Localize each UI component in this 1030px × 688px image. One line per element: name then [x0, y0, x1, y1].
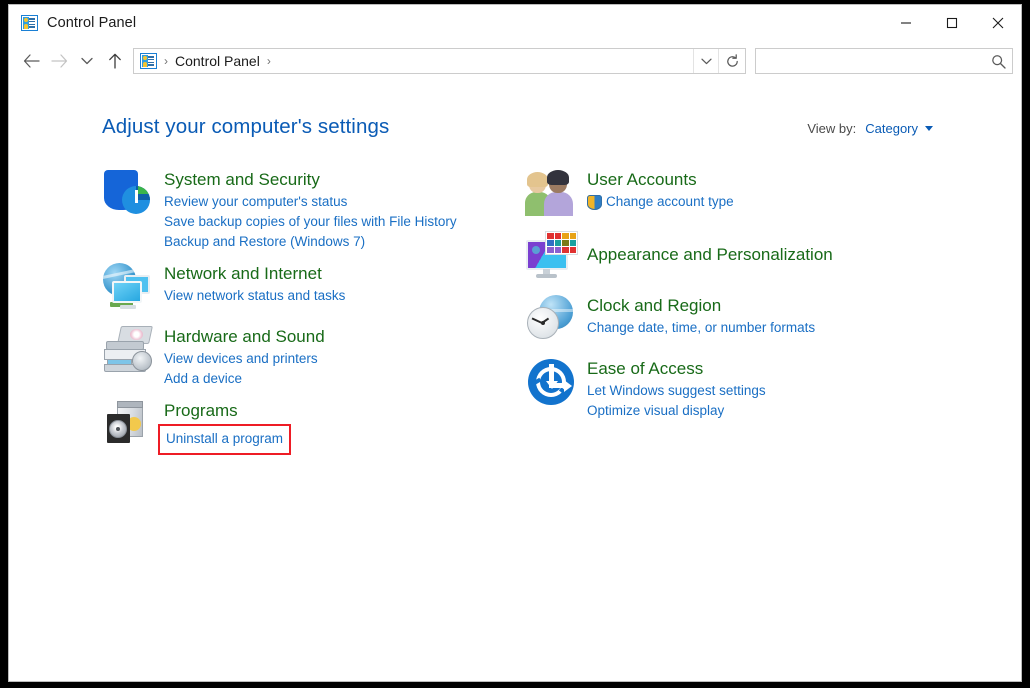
category-programs: Programs Uninstall a program	[102, 398, 522, 455]
category-body: Hardware and Sound View devices and prin…	[164, 324, 325, 389]
recent-locations-button[interactable]	[73, 47, 101, 75]
uac-shield-icon	[587, 195, 602, 210]
category-title-ease-of-access[interactable]: Ease of Access	[587, 358, 703, 379]
category-hardware-and-sound: Hardware and Sound View devices and prin…	[102, 324, 522, 389]
shield-pie-icon	[102, 167, 156, 221]
category-title-clock-and-region[interactable]: Clock and Region	[587, 295, 721, 316]
link-view-network-status-and-tasks[interactable]: View network status and tasks	[164, 286, 345, 306]
window-controls	[883, 5, 1021, 41]
category-body: Network and Internet View network status…	[164, 261, 345, 306]
category-network-and-internet: Network and Internet View network status…	[102, 261, 522, 315]
category-title-programs[interactable]: Programs	[164, 400, 238, 421]
view-by-label: View by:	[807, 121, 856, 136]
maximize-button[interactable]	[929, 5, 975, 41]
control-panel-window: Control Panel	[8, 4, 1022, 682]
address-bar[interactable]: › Control Panel ›	[133, 48, 746, 74]
breadcrumb-trailing-separator-icon[interactable]: ›	[267, 55, 271, 67]
minimize-button[interactable]	[883, 5, 929, 41]
search-icon[interactable]	[984, 49, 1012, 73]
category-title-appearance-and-personalization[interactable]: Appearance and Personalization	[587, 244, 833, 265]
link-optimize-visual-display[interactable]: Optimize visual display	[587, 401, 724, 421]
category-body: System and Security Review your computer…	[164, 167, 457, 252]
appearance-icon	[525, 230, 579, 284]
breadcrumb-separator-icon: ›	[164, 55, 168, 67]
link-review-your-computers-status[interactable]: Review your computer's status	[164, 192, 347, 212]
users-icon	[525, 167, 579, 221]
refresh-button[interactable]	[718, 49, 745, 73]
link-save-backup-copies-file-history[interactable]: Save backup copies of your files with Fi…	[164, 212, 457, 232]
control-panel-icon	[21, 15, 38, 31]
breadcrumb-item-control-panel[interactable]: Control Panel	[175, 53, 260, 69]
link-uninstall-a-program[interactable]: Uninstall a program	[158, 424, 291, 455]
back-button[interactable]	[17, 47, 45, 75]
category-body: Clock and Region Change date, time, or n…	[587, 293, 815, 338]
link-change-account-type[interactable]: Change account type	[587, 192, 734, 212]
category-clock-and-region: Clock and Region Change date, time, or n…	[525, 293, 945, 347]
link-change-date-time-number-formats[interactable]: Change date, time, or number formats	[587, 318, 815, 338]
category-column-right: User Accounts Change account type	[525, 167, 945, 430]
globe-monitors-icon	[102, 261, 156, 315]
category-system-and-security: System and Security Review your computer…	[102, 167, 522, 252]
view-by-control[interactable]: View by: Category	[807, 121, 933, 136]
printer-icon	[102, 324, 156, 378]
category-title-hardware-and-sound[interactable]: Hardware and Sound	[164, 326, 325, 347]
category-body: Appearance and Personalization	[587, 230, 833, 267]
up-button[interactable]	[101, 47, 129, 75]
close-button[interactable]	[975, 5, 1021, 41]
category-ease-of-access: Ease of Access Let Windows suggest setti…	[525, 356, 945, 421]
category-appearance-and-personalization: Appearance and Personalization	[525, 230, 945, 284]
search-input[interactable]	[756, 54, 984, 69]
breadcrumb-control-panel-icon	[140, 53, 157, 69]
title-bar: Control Panel	[9, 5, 1021, 41]
link-let-windows-suggest-settings[interactable]: Let Windows suggest settings	[587, 381, 766, 401]
navigation-bar: › Control Panel ›	[9, 41, 1021, 81]
category-body: User Accounts Change account type	[587, 167, 734, 212]
view-by-value[interactable]: Category	[865, 121, 918, 136]
chevron-down-icon[interactable]	[925, 126, 933, 131]
address-dropdown-button[interactable]	[693, 49, 718, 73]
category-user-accounts: User Accounts Change account type	[525, 167, 945, 221]
content-area: Adjust your computer's settings View by:…	[9, 81, 1021, 681]
category-title-system-and-security[interactable]: System and Security	[164, 169, 320, 190]
accessibility-icon	[525, 356, 579, 410]
software-box-icon	[102, 398, 156, 452]
forward-button	[45, 47, 73, 75]
category-column-left: System and Security Review your computer…	[102, 167, 522, 464]
page-title: Adjust your computer's settings	[102, 115, 389, 139]
window-title: Control Panel	[47, 15, 136, 31]
link-backup-and-restore-windows-7[interactable]: Backup and Restore (Windows 7)	[164, 232, 365, 252]
category-title-user-accounts[interactable]: User Accounts	[587, 169, 697, 190]
clock-globe-icon	[525, 293, 579, 347]
category-body: Ease of Access Let Windows suggest setti…	[587, 356, 766, 421]
category-body: Programs Uninstall a program	[164, 398, 291, 455]
link-view-devices-and-printers[interactable]: View devices and printers	[164, 349, 318, 369]
category-title-network-and-internet[interactable]: Network and Internet	[164, 263, 322, 284]
link-add-a-device[interactable]: Add a device	[164, 369, 242, 389]
link-change-account-type-label: Change account type	[606, 192, 734, 212]
search-box[interactable]	[755, 48, 1013, 74]
